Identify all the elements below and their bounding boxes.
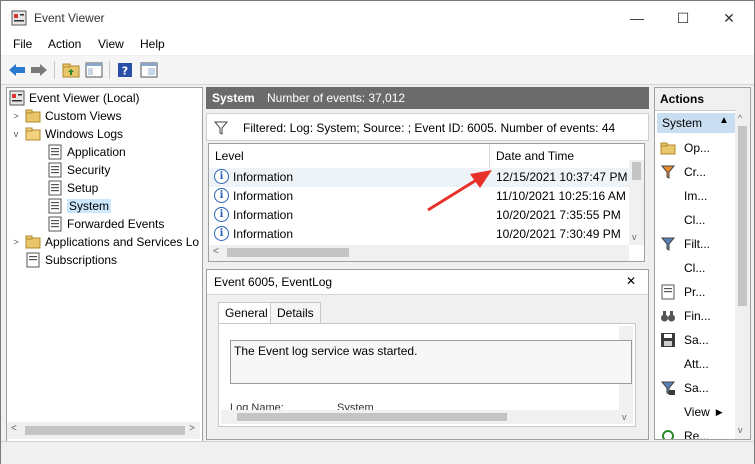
annotation-arrow-head bbox=[470, 170, 492, 188]
annotation-arrow-shaft bbox=[427, 177, 479, 212]
annotation-arrow bbox=[427, 170, 492, 212]
